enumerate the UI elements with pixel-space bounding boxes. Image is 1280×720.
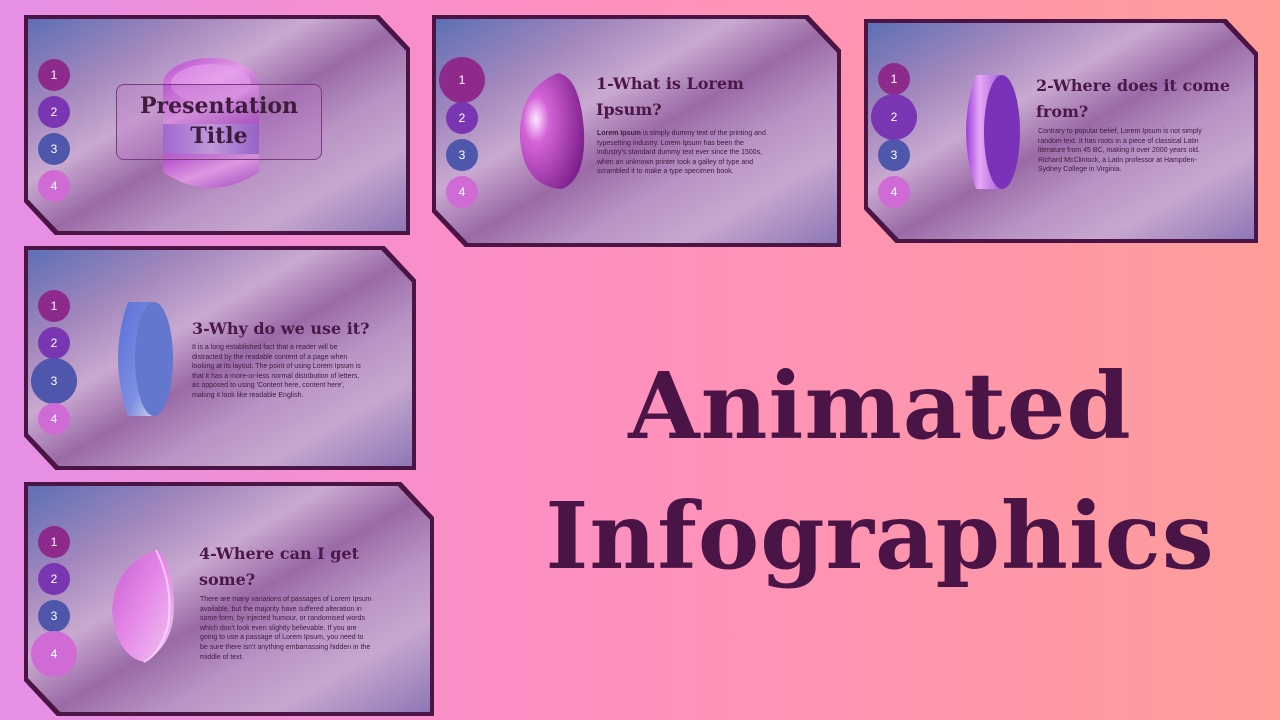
number-badge-1: 1 [38,526,70,558]
number-badge-3: 3 [878,139,910,171]
number-badge-3: 3 [31,358,77,404]
slide-background: 1 2 3 4 4-Where can I get some? There ar… [28,486,430,712]
main-title-line1: Animated [628,352,1132,460]
heading-line2: from? [1036,102,1089,121]
number-badge-4: 4 [31,631,77,677]
slide-thumbnail-3[interactable]: 1 2 3 4 3-Why do we use it? It is a long… [24,246,416,470]
number-column: 1 2 3 4 [871,63,917,213]
number-badge-3: 3 [446,139,478,171]
slide-background: 1 2 3 4 2-Where does it come from? Contr… [868,23,1254,239]
body-text-content: It is a long established fact that a rea… [192,344,361,399]
disc-cylinder-shape [966,75,1020,189]
number-badge-2: 2 [38,563,70,595]
slide-heading: 1-What is Lorem Ipsum? [596,71,796,123]
number-badge-3: 3 [38,133,70,165]
heading-line2: Ipsum? [596,100,662,119]
slide-heading: 2-Where does it come from? [1036,73,1254,125]
number-badge-4: 4 [446,176,478,208]
slide-body-text: It is a long established fact that a rea… [192,343,362,401]
heading-line1: 3-Why do we use it? [192,319,370,338]
number-badge-4: 4 [38,403,70,435]
body-text-content: There are many variations of passages of… [200,596,372,661]
heading-line1: 2-Where does it come [1036,76,1231,95]
number-badge-1: 1 [439,57,485,103]
slide-thumbnail-1[interactable]: 1 2 3 4 1-What is Lorem Ipsum? Lorem Ips… [432,15,841,247]
pink-half-dome-shape [112,549,174,663]
number-badge-2: 2 [871,94,917,140]
slide-background: 1 2 3 4 1-What is Lorem Ipsum? Lorem Ips… [436,19,837,243]
number-badge-4: 4 [38,170,70,202]
number-badge-3: 3 [38,600,70,632]
heading-line1: 1-What is Lorem [596,74,744,93]
heading-line1: 4-Where can I get [199,544,359,563]
number-badge-1: 1 [878,63,910,95]
slide-heading: 3-Why do we use it? [192,316,402,342]
slide-body-text: Lorem Ipsum is simply dummy text of the … [597,129,772,177]
number-badge-2: 2 [38,96,70,128]
heading-line2: some? [199,570,256,589]
number-column: 1 2 3 4 [38,59,70,207]
slide-heading: 4-Where can I get some? [199,541,409,593]
slide-body-text: Contrary to popular belief, Lorem Ipsum … [1038,127,1206,175]
main-title-line2: Infographics [545,482,1215,590]
slide-background: 1 2 3 4 3-Why do we use it? It is a long… [28,250,412,466]
blue-cylinder-shape [118,302,173,416]
number-badge-1: 1 [38,59,70,91]
slide-thumbnail-title[interactable]: 1 2 3 4 Presentation Title [24,15,410,235]
number-badge-4: 4 [878,176,910,208]
number-column: 1 2 3 4 [31,290,77,440]
number-badge-2: 2 [446,102,478,134]
presentation-title-box[interactable]: Presentation Title [116,84,322,160]
slide-thumbnail-2[interactable]: 1 2 3 4 2-Where does it come from? Contr… [864,19,1258,243]
presentation-title-line1: Presentation [139,93,299,119]
slide-body-text: There are many variations of passages of… [200,595,372,662]
number-badge-2: 2 [38,327,70,359]
number-column: 1 2 3 4 [31,526,77,677]
presentation-title-line2: Title [190,123,248,149]
slide-thumbnail-4[interactable]: 1 2 3 4 4-Where can I get some? There ar… [24,482,434,716]
number-column: 1 2 3 4 [439,57,485,213]
slide-background: 1 2 3 4 Presentation Title [28,19,406,231]
body-text-content: Contrary to popular belief, Lorem Ipsum … [1038,128,1202,174]
half-dome-shape [519,73,585,189]
number-badge-1: 1 [38,290,70,322]
body-bold-text: Lorem Ipsum [597,130,641,137]
